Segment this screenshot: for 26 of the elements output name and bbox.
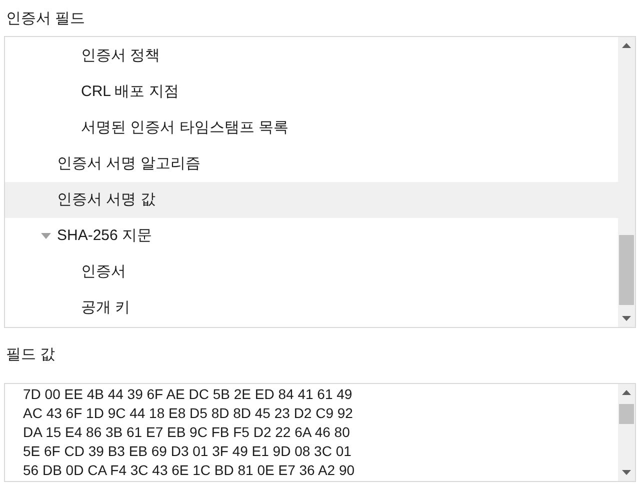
scrollbar-thumb[interactable] bbox=[619, 235, 634, 305]
tree-item[interactable]: 인증서 서명 값 bbox=[5, 182, 618, 218]
scroll-up-arrow-icon[interactable] bbox=[622, 390, 631, 395]
tree-item[interactable]: SHA-256 지문 bbox=[5, 218, 618, 254]
scroll-down-arrow-icon[interactable] bbox=[622, 470, 631, 475]
expanded-arrow-icon[interactable] bbox=[41, 233, 51, 239]
hex-line: DA 15 E4 86 3B 61 E7 EB 9C FB F5 D2 22 6A 46 80 bbox=[23, 423, 351, 442]
tree-item[interactable]: 공개 키 bbox=[5, 290, 618, 326]
tree-item[interactable]: 서명된 인증서 타임스탬프 목록 bbox=[5, 110, 618, 146]
tree-item[interactable]: 인증서 서명 알고리즘 bbox=[5, 146, 618, 182]
fields-tree[interactable]: 인증서 정책 CRL 배포 지점 서명된 인증서 타임스탬프 목록 인증서 서명 알고리즘 인증서 서명 값 SHA-256 지문 인증서 공개 키 bbox=[4, 36, 636, 328]
hex-line: AC 43 6F 1D 9C 44 18 E8 D5 8D 8D 45 23 D2 C9 92 bbox=[23, 404, 354, 423]
scrollbar[interactable] bbox=[618, 384, 635, 481]
field-value-box[interactable] bbox=[4, 383, 636, 482]
hex-line: 7D 00 EE 4B 44 39 6F AE DC 5B 2E ED 84 41 61 49 bbox=[23, 385, 354, 404]
fields-heading: 인증서 필드 bbox=[5, 8, 86, 29]
scrollbar-thumb[interactable] bbox=[619, 404, 634, 424]
scrollbar[interactable] bbox=[618, 37, 635, 327]
hex-line: 5E 6F CD 39 B3 EB 69 D3 01 3F 49 E1 9D 08 3C 01 bbox=[23, 442, 352, 461]
scroll-up-arrow-icon[interactable] bbox=[622, 43, 631, 48]
value-heading: 필드 값 bbox=[5, 345, 56, 366]
tree-item[interactable]: 인증서 bbox=[5, 254, 618, 290]
hex-line: 56 DB 0D CA F4 3C 43 6E 1C BD 81 0E E7 36 A2 90 bbox=[23, 461, 356, 480]
tree-item[interactable]: 인증서 정책 bbox=[5, 38, 618, 74]
tree-item[interactable]: CRL 배포 지점 bbox=[5, 74, 618, 110]
scroll-down-arrow-icon[interactable] bbox=[622, 316, 631, 321]
